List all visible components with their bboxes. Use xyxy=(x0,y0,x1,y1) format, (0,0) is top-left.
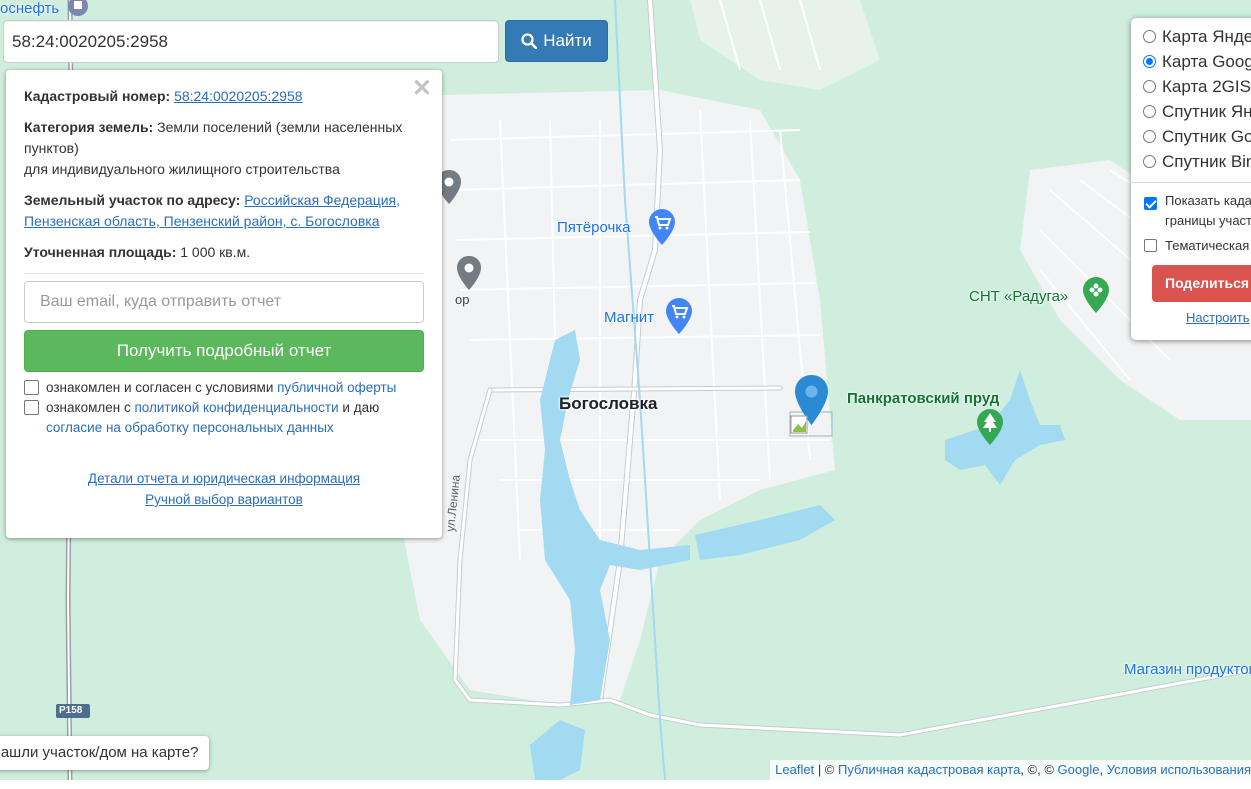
shopping-cart-icon-2[interactable] xyxy=(666,298,692,334)
show-borders-row[interactable]: Показать кадастровые границы участков xyxy=(1143,191,1251,231)
layer-option-label: Карта Google xyxy=(1162,51,1251,71)
consent-offer-row: ознакомлен и согласен с условиями публич… xyxy=(24,378,424,398)
shopping-cart-icon[interactable] xyxy=(649,209,675,245)
show-borders-checkbox[interactable] xyxy=(1144,197,1157,210)
place-pin-icon-2[interactable] xyxy=(457,256,481,290)
close-icon[interactable]: ✕ xyxy=(412,74,432,103)
area-row: Уточненная площадь: 1 000 кв.м. xyxy=(24,242,424,263)
map-label-town: Богословка xyxy=(559,394,658,413)
consent-privacy-label-a: ознакомлен с xyxy=(46,400,131,415)
search-button[interactable]: Найти xyxy=(505,20,608,62)
land-category-row: Категория земель: Земли поселений (земли… xyxy=(24,117,424,180)
layer-option-label: Спутник Google xyxy=(1162,126,1251,146)
public-offer-link[interactable]: публичной оферты xyxy=(277,380,396,395)
get-report-button[interactable]: Получить подробный отчет xyxy=(24,330,424,372)
layer-option-label: Спутник Яндекс xyxy=(1162,101,1251,121)
cadastral-number-link[interactable]: 58:24:0020205:2958 xyxy=(174,88,302,104)
cadastral-search-input[interactable]: 58:24:0020205:2958 xyxy=(3,20,499,63)
attribution-sep: | © xyxy=(817,762,835,777)
map-attribution: Leaflet | © Публичная кадастровая карта,… xyxy=(770,760,1251,780)
consent-offer-label: ознакомлен и согласен с условиями xyxy=(46,380,274,395)
road-shield-label: Р158 xyxy=(59,705,83,716)
address-row: Земельный участок по адресу: Российская … xyxy=(24,190,424,232)
area-value: 1 000 кв.м. xyxy=(180,244,251,260)
found-plot-prompt[interactable]: Нашли участок/дом на карте? xyxy=(0,736,210,770)
personal-data-consent-link[interactable]: согласие на обработку персональных данны… xyxy=(46,420,334,435)
layer-option-bing-sat[interactable]: Спутник Bing xyxy=(1143,149,1251,174)
show-borders-label-2: границы участков xyxy=(1165,213,1251,228)
layer-option-yandex-sat[interactable]: Спутник Яндекс xyxy=(1143,99,1251,124)
map-label-pond[interactable]: Панкратовский пруд xyxy=(847,390,999,407)
privacy-policy-link[interactable]: политикой конфиденциальности xyxy=(134,400,338,415)
broken-image-icon xyxy=(790,415,808,434)
divider xyxy=(24,273,424,274)
address-label: Земельный участок по адресу: xyxy=(24,192,241,208)
map-label-partial: ор xyxy=(455,292,470,307)
email-field[interactable]: Ваш email, куда отправить отчет xyxy=(24,281,424,323)
plot-info-panel: ✕ Кадастровый номер: 58:24:0020205:2958 … xyxy=(6,70,442,538)
layer-option-google-map[interactable]: Карта Google xyxy=(1143,49,1251,74)
garden-icon[interactable] xyxy=(1083,277,1109,313)
layer-option-google-sat[interactable]: Спутник Google xyxy=(1143,124,1251,149)
park-tree-icon[interactable] xyxy=(977,409,1003,445)
layer-option-label: Спутник Bing xyxy=(1162,151,1251,171)
search-button-label: Найти xyxy=(543,31,592,50)
land-usage-value: для индивидуального жилищного строительс… xyxy=(24,161,340,177)
consent-privacy-row: ознакомлен с политикой конфиденциальност… xyxy=(24,398,424,438)
consent-privacy-checkbox[interactable] xyxy=(24,400,39,415)
consent-privacy-label-b: и даю xyxy=(342,400,380,415)
report-details-link[interactable]: Детали отчета и юридическая информация xyxy=(88,471,360,486)
radio-icon[interactable] xyxy=(1143,55,1156,68)
radio-icon[interactable] xyxy=(1143,30,1156,43)
google-link[interactable]: Google xyxy=(1058,762,1100,777)
pkk-link[interactable]: Публичная кадастровая карта xyxy=(838,762,1020,777)
radio-icon[interactable] xyxy=(1143,130,1156,143)
consent-offer-checkbox[interactable] xyxy=(24,380,39,395)
manual-selection-link[interactable]: Ручной выбор вариантов xyxy=(145,492,303,507)
cadastral-number-label: Кадастровый номер: xyxy=(24,88,171,104)
consent-privacy-text: ознакомлен с политикой конфиденциальност… xyxy=(46,398,424,438)
show-borders-label-1: Показать кадастровые xyxy=(1165,193,1251,208)
consent-offer-text: ознакомлен и согласен с условиями публич… xyxy=(46,378,396,398)
thematic-row[interactable]: Тематическая карта xyxy=(1143,236,1251,256)
radio-icon[interactable] xyxy=(1143,80,1156,93)
search-icon xyxy=(521,33,538,49)
layer-option-yandex-map[interactable]: Карта Яндекс xyxy=(1143,24,1251,49)
thematic-checkbox[interactable] xyxy=(1144,239,1157,252)
share-button[interactable]: Поделиться xyxy=(1152,265,1251,302)
footer-links: Детали отчета и юридическая информация Р… xyxy=(24,468,424,510)
setup-link[interactable]: Настроить xyxy=(1186,310,1251,325)
radio-icon[interactable] xyxy=(1143,155,1156,168)
map-label-snt[interactable]: СНТ «Радуга» xyxy=(969,288,1068,305)
leaflet-link[interactable]: Leaflet xyxy=(775,762,814,777)
layer-divider xyxy=(1131,182,1251,183)
cadastral-number-row: Кадастровый номер: 58:24:0020205:2958 xyxy=(24,86,424,107)
show-borders-label: Показать кадастровые границы участков xyxy=(1165,191,1251,231)
terms-link[interactable]: Условия использования xyxy=(1107,762,1251,777)
gas-station-icon[interactable] xyxy=(65,0,91,18)
layer-control: Карта Яндекс Карта Google Карта 2GIS Спу… xyxy=(1131,18,1251,340)
map-label-pyaterochka[interactable]: Пятёрочка xyxy=(557,219,631,236)
map-label-shop[interactable]: Магазин продуктов xyxy=(1124,661,1251,678)
layer-option-2gis-map[interactable]: Карта 2GIS xyxy=(1143,74,1251,99)
layer-option-label: Карта 2GIS xyxy=(1162,76,1251,96)
attribution-mid: , ©, © xyxy=(1020,762,1054,777)
map-label-rosneft: оснефть xyxy=(0,0,60,17)
layer-option-label: Карта Яндекс xyxy=(1162,26,1251,46)
land-category-label: Категория земель: xyxy=(24,119,154,135)
radio-icon[interactable] xyxy=(1143,105,1156,118)
area-label: Уточненная площадь: xyxy=(24,244,177,260)
thematic-label: Тематическая карта xyxy=(1165,238,1251,253)
map-label-magnit[interactable]: Магнит xyxy=(604,309,654,326)
